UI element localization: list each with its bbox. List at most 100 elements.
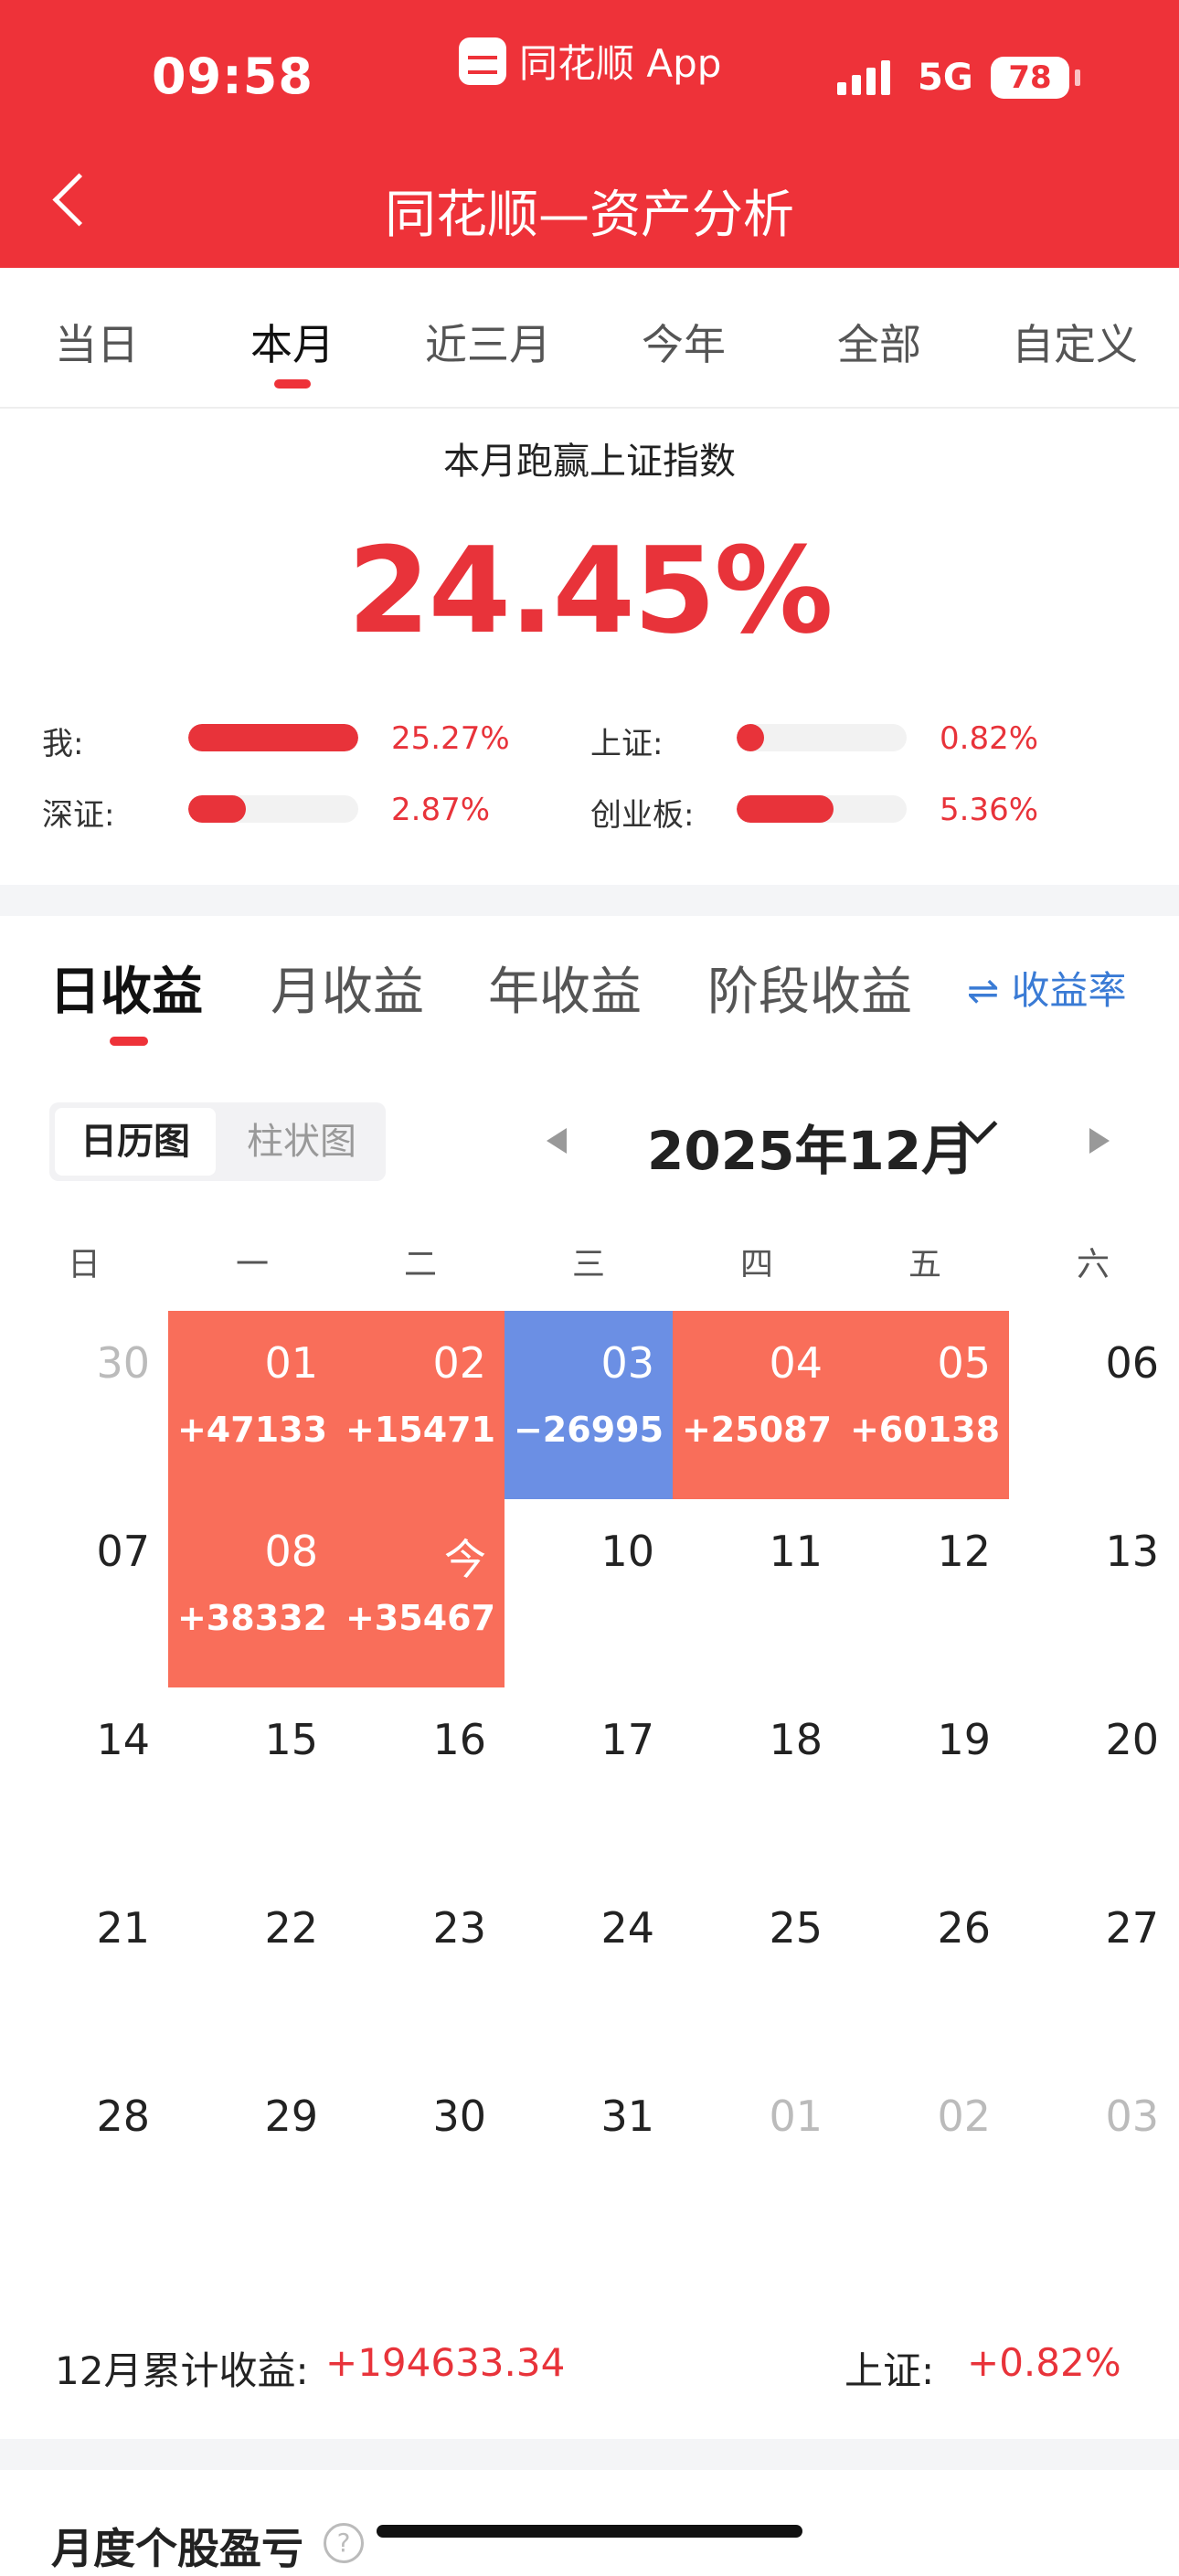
- compare-label-gem: 创业板:: [590, 797, 695, 834]
- calendar-day-cell[interactable]: 10: [505, 1499, 673, 1687]
- day-number: 24: [600, 1903, 654, 1953]
- day-number: 02: [937, 2092, 991, 2141]
- day-number: 13: [1105, 1527, 1159, 1576]
- compare-value-gem: 5.36%: [940, 792, 1039, 828]
- tab-this-month[interactable]: 本月: [201, 312, 384, 372]
- calendar-day-cell[interactable]: 13: [1009, 1499, 1177, 1687]
- tab-three-months[interactable]: 近三月: [397, 312, 579, 372]
- weekday-label: 日: [67, 1246, 101, 1283]
- day-number: 20: [1105, 1715, 1159, 1764]
- calendar-day-cell[interactable]: 02 +15471: [336, 1311, 505, 1499]
- compare-value-me: 25.27%: [391, 720, 510, 757]
- calendar-day-cell[interactable]: 27: [1009, 1876, 1177, 2064]
- calendar-day-cell[interactable]: 08 +38332: [168, 1499, 336, 1687]
- day-number: 18: [769, 1715, 823, 1764]
- calendar-day-cell[interactable]: 23: [336, 1876, 505, 2064]
- signal-icon: [837, 60, 890, 95]
- calendar-day-cell[interactable]: 01 +47133: [168, 1311, 336, 1499]
- day-number: 15: [264, 1715, 318, 1764]
- calendar-day-cell[interactable]: 24: [505, 1876, 673, 2064]
- calendar-day-cell[interactable]: 16: [336, 1687, 505, 1876]
- rate-toggle-button[interactable]: ⇌ 收益率: [967, 960, 1127, 1016]
- tab-custom[interactable]: 自定义: [983, 312, 1166, 372]
- day-number: 31: [600, 2092, 654, 2141]
- month-total-label: 12月累计收益:: [55, 2348, 309, 2393]
- tab-yearly-income[interactable]: 年收益: [488, 951, 642, 1025]
- tab-today[interactable]: 当日: [5, 312, 188, 372]
- prev-month-icon[interactable]: [547, 1128, 567, 1154]
- day-number: 16: [432, 1715, 486, 1764]
- weekday-label: 二: [403, 1246, 437, 1283]
- next-month-icon[interactable]: [1089, 1128, 1110, 1154]
- help-icon[interactable]: ?: [324, 2523, 364, 2563]
- compare-bar-sh: [737, 724, 907, 751]
- calendar-day-cell[interactable]: 30: [336, 2064, 505, 2252]
- compare-bar-gem: [737, 795, 907, 823]
- active-tab-indicator: [274, 379, 311, 389]
- calendar-day-cell[interactable]: 22: [168, 1876, 336, 2064]
- calendar-day-cell[interactable]: 05 +60138: [841, 1311, 1009, 1499]
- network-type: 5G: [918, 57, 973, 99]
- day-number: 30: [96, 1338, 150, 1388]
- calendar-day-cell[interactable]: 03: [1009, 2064, 1177, 2252]
- tab-monthly-income[interactable]: 月收益: [271, 951, 424, 1025]
- day-number: 23: [432, 1903, 486, 1953]
- tab-daily-income[interactable]: 日收益: [49, 951, 203, 1025]
- app-indicator[interactable]: 同花顺 App: [459, 33, 721, 89]
- calendar-day-cell[interactable]: 12: [841, 1499, 1009, 1687]
- calendar-day-cell[interactable]: 03 −26995: [505, 1311, 673, 1499]
- compare-bar-sz: [188, 795, 358, 823]
- tab-stage-income[interactable]: 阶段收益: [707, 951, 912, 1025]
- calendar-day-cell[interactable]: 02: [841, 2064, 1009, 2252]
- day-number: 01: [264, 1338, 318, 1388]
- calendar-day-cell[interactable]: 29: [168, 2064, 336, 2252]
- calendar-day-cell[interactable]: 06: [1009, 1311, 1177, 1499]
- month-label[interactable]: 2025年12月: [647, 1108, 974, 1185]
- day-income: +25087: [681, 1410, 833, 1450]
- compare-label-sh: 上证:: [590, 726, 664, 762]
- calendar-day-cell[interactable]: 31: [505, 2064, 673, 2252]
- day-number: 06: [1105, 1338, 1159, 1388]
- home-indicator: [377, 2525, 802, 2538]
- calendar-day-cell[interactable]: 28: [0, 2064, 168, 2252]
- app-header: 09:58 同花顺 App 5G 78 同花顺—资产分析: [0, 0, 1179, 268]
- app-logo-icon: [459, 37, 506, 85]
- day-number: 11: [769, 1527, 823, 1576]
- day-income: +60138: [849, 1410, 1001, 1450]
- page-title: 同花顺—资产分析: [385, 186, 794, 245]
- status-time: 09:58: [152, 48, 313, 105]
- section-divider: [0, 2439, 1179, 2470]
- month-total-value: +194633.34: [325, 2340, 566, 2385]
- calendar-day-cell[interactable]: 17: [505, 1687, 673, 1876]
- day-number: 07: [96, 1527, 150, 1576]
- tab-this-year[interactable]: 今年: [592, 312, 775, 372]
- calendar-day-cell[interactable]: 14: [0, 1687, 168, 1876]
- battery-icon: 78: [991, 57, 1080, 99]
- day-number: 17: [600, 1715, 654, 1764]
- weekday-label: 六: [1076, 1246, 1110, 1283]
- calendar-day-cell[interactable]: 07: [0, 1499, 168, 1687]
- calendar-day-cell[interactable]: 25: [673, 1876, 841, 2064]
- compare-value-sz: 2.87%: [391, 792, 491, 828]
- tab-all[interactable]: 全部: [788, 312, 971, 372]
- summary-value: 24.45%: [347, 521, 833, 660]
- calendar-day-cell[interactable]: 01: [673, 2064, 841, 2252]
- calendar-day-cell[interactable]: 26: [841, 1876, 1009, 2064]
- calendar-day-cell[interactable]: 21: [0, 1876, 168, 2064]
- day-number: 22: [264, 1903, 318, 1953]
- day-number: 02: [432, 1338, 486, 1388]
- calendar-day-cell[interactable]: 11: [673, 1499, 841, 1687]
- calendar-day-cell[interactable]: 今 +35467: [336, 1499, 505, 1687]
- calendar-day-cell[interactable]: 20: [1009, 1687, 1177, 1876]
- day-number: 14: [96, 1715, 150, 1764]
- day-number: 03: [1105, 2092, 1159, 2141]
- calendar-day-cell[interactable]: 18: [673, 1687, 841, 1876]
- calendar-day-cell[interactable]: 19: [841, 1687, 1009, 1876]
- calendar-view-button[interactable]: 日历图: [55, 1108, 216, 1176]
- calendar-day-cell[interactable]: 15: [168, 1687, 336, 1876]
- calendar-day-cell[interactable]: 04 +25087: [673, 1311, 841, 1499]
- sh-index-value: +0.82%: [967, 2340, 1121, 2385]
- bar-view-button[interactable]: 柱状图: [223, 1108, 380, 1176]
- day-income: +38332: [176, 1598, 328, 1638]
- calendar-day-cell[interactable]: 30: [0, 1311, 168, 1499]
